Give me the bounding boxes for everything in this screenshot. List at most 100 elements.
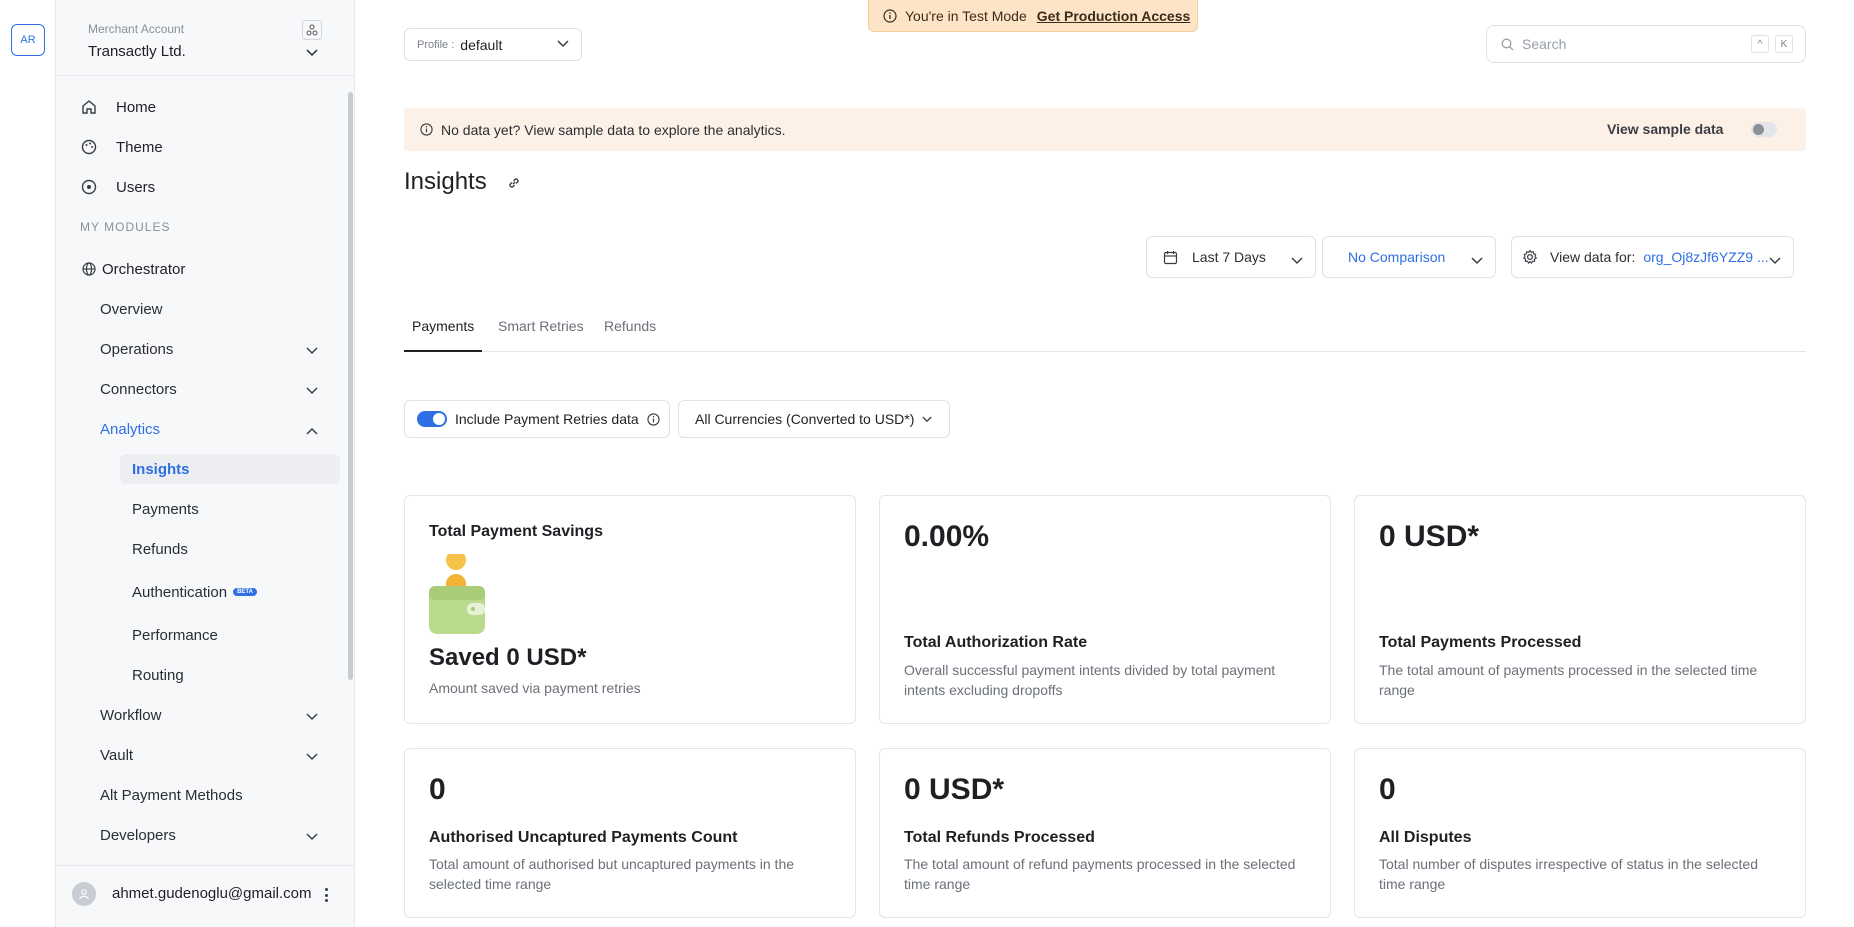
notice-text: No data yet? View sample data to explore… [441, 121, 786, 138]
sidebar-item-authentication[interactable]: Authentication BETA [120, 577, 340, 607]
sidebar-item-home[interactable]: Home [80, 92, 156, 122]
currency-selector[interactable]: All Currencies (Converted to USD*) [678, 400, 950, 438]
card-value: Saved 0 USD* [429, 644, 587, 671]
sidebar-item-label: Authentication [132, 583, 228, 601]
user-menu[interactable]: ahmet.gudenoglu@gmail.com [56, 865, 355, 927]
chevron-down-icon [306, 828, 318, 845]
view-data-label: View data for: [1550, 249, 1636, 265]
chevron-down-icon[interactable] [306, 44, 318, 60]
test-mode-text: You're in Test Mode [905, 7, 1027, 24]
card-value: 0.00% [904, 520, 990, 553]
get-production-access-link[interactable]: Get Production Access [1037, 8, 1191, 24]
card-title: Authorised Uncaptured Payments Count [429, 829, 738, 846]
sidebar-item-orchestrator[interactable]: Orchestrator [80, 254, 185, 284]
include-payment-retries-toggle[interactable]: Include Payment Retries data [404, 400, 670, 438]
search-input[interactable]: Search ^ K [1486, 25, 1806, 63]
more-options-icon[interactable] [322, 884, 330, 906]
card-total-authorization-rate: 0.00% Total Authorization Rate Overall s… [879, 495, 1331, 724]
sidebar-item-performance[interactable]: Performance [120, 620, 340, 650]
tab-refunds[interactable]: Refunds [604, 318, 656, 352]
sidebar-item-label: Users [116, 178, 156, 196]
toggle-switch[interactable] [417, 411, 447, 427]
card-title: Total Payment Savings [429, 523, 603, 540]
sidebar-item-label: Refunds [132, 540, 188, 558]
merchant-account-name: Transactly Ltd. [88, 43, 186, 60]
chevron-down-icon [557, 39, 569, 51]
comparison-value: No Comparison [1348, 249, 1446, 265]
profile-switch-icon[interactable] [302, 20, 322, 40]
sidebar-item-label: Theme [116, 138, 163, 156]
sidebar-item-connectors[interactable]: Connectors [100, 374, 330, 404]
profile-selector[interactable]: Profile : default [404, 28, 582, 61]
tab-payments[interactable]: Payments [404, 318, 482, 352]
sidebar-item-routing[interactable]: Routing [120, 660, 340, 690]
profile-value: default [460, 36, 503, 53]
shortcut-key-ctrl: ^ [1751, 35, 1769, 53]
date-range-filter[interactable]: Last 7 Days [1146, 236, 1316, 278]
chevron-up-icon [306, 422, 318, 439]
card-description: The total amount of payments processed i… [1379, 662, 1758, 698]
card-total-refunds-processed: 0 USD* Total Refunds Processed The total… [879, 748, 1331, 918]
test-mode-banner: You're in Test Mode Get Production Acces… [868, 0, 1198, 32]
card-description: The total amount of refund payments proc… [904, 856, 1296, 892]
sidebar-item-users[interactable]: Users [80, 172, 155, 202]
sidebar-item-payments[interactable]: Payments [120, 494, 340, 524]
profile-label: Profile : [417, 38, 455, 51]
sidebar-item-label: Connectors [100, 380, 177, 398]
merchant-account-label: Merchant Account [88, 22, 185, 36]
sidebar-item-label: Alt Payment Methods [100, 786, 243, 804]
view-sample-data-label: View sample data [1607, 121, 1724, 137]
user-email: ahmet.gudenoglu@gmail.com [112, 885, 312, 902]
sidebar-item-label: Home [116, 98, 157, 116]
link-icon[interactable] [506, 175, 522, 194]
sidebar-item-operations[interactable]: Operations [100, 334, 330, 364]
include-payment-retries-label: Include Payment Retries data [455, 411, 639, 427]
sidebar-item-label: Orchestrator [102, 260, 186, 278]
sidebar-item-label: Routing [132, 666, 184, 684]
sidebar-item-label: Developers [100, 826, 176, 844]
currency-value: All Currencies (Converted to USD*) [695, 411, 915, 427]
sidebar-item-label: Performance [132, 626, 218, 644]
comparison-filter[interactable]: No Comparison [1322, 236, 1496, 278]
wallet-coins-icon [429, 550, 485, 639]
sidebar-item-alt-payment-methods[interactable]: Alt Payment Methods [100, 780, 330, 810]
sidebar-scrollbar[interactable] [348, 92, 353, 680]
view-data-for-filter[interactable]: View data for: org_Oj8zJf6YZZ9 ... [1511, 236, 1794, 278]
card-title: Total Authorization Rate [904, 634, 1088, 651]
tab-smart-retries[interactable]: Smart Retries [498, 318, 584, 352]
sample-data-notice: No data yet? View sample data to explore… [404, 108, 1806, 151]
sidebar-item-developers[interactable]: Developers [100, 820, 330, 850]
main-content: You're in Test Mode Get Production Acces… [356, 0, 1854, 927]
sidebar-item-analytics[interactable]: Analytics [100, 414, 330, 444]
analytics-tabs: Payments Smart Retries Refunds [404, 318, 1806, 352]
card-title: All Disputes [1379, 829, 1472, 846]
card-description: Total number of disputes irrespective of… [1379, 856, 1758, 892]
shortcut-key-k: K [1775, 35, 1793, 53]
sidebar-item-theme[interactable]: Theme [80, 132, 163, 162]
sidebar-item-overview[interactable]: Overview [100, 294, 330, 324]
card-all-disputes: 0 All Disputes Total number of disputes … [1354, 748, 1806, 918]
card-value: 0 USD* [1379, 520, 1480, 553]
org-switcher-button[interactable]: AR [11, 24, 45, 56]
chevron-down-icon [1769, 252, 1781, 268]
sidebar-item-label: Overview [100, 300, 163, 318]
page-title: Insights [404, 168, 487, 195]
info-icon[interactable] [647, 412, 660, 426]
merchant-account-selector[interactable]: Merchant Account Transactly Ltd. [56, 0, 355, 76]
sidebar-item-refunds[interactable]: Refunds [120, 534, 340, 564]
sidebar-item-vault[interactable]: Vault [100, 740, 330, 770]
sidebar-item-label: Operations [100, 340, 174, 358]
sidebar-item-label: Workflow [100, 706, 162, 724]
sidebar-item-workflow[interactable]: Workflow [100, 700, 330, 730]
section-heading-my-modules: MY MODULES [80, 220, 171, 234]
card-total-payments-processed: 0 USD* Total Payments Processed The tota… [1354, 495, 1806, 724]
card-description: Total amount of authorised but uncapture… [429, 856, 795, 892]
view-sample-data-toggle[interactable] [1751, 122, 1777, 137]
sidebar-item-label: Payments [132, 500, 199, 518]
card-value: 0 USD* [904, 773, 1005, 806]
sidebar-item-insights[interactable]: Insights [120, 454, 340, 484]
card-authorised-uncaptured-payments: 0 Authorised Uncaptured Payments Count T… [404, 748, 856, 918]
users-icon [80, 178, 98, 196]
card-value: 0 [429, 773, 446, 806]
card-total-payment-savings: Total Payment Savings Saved 0 USD* Amoun… [404, 495, 856, 724]
